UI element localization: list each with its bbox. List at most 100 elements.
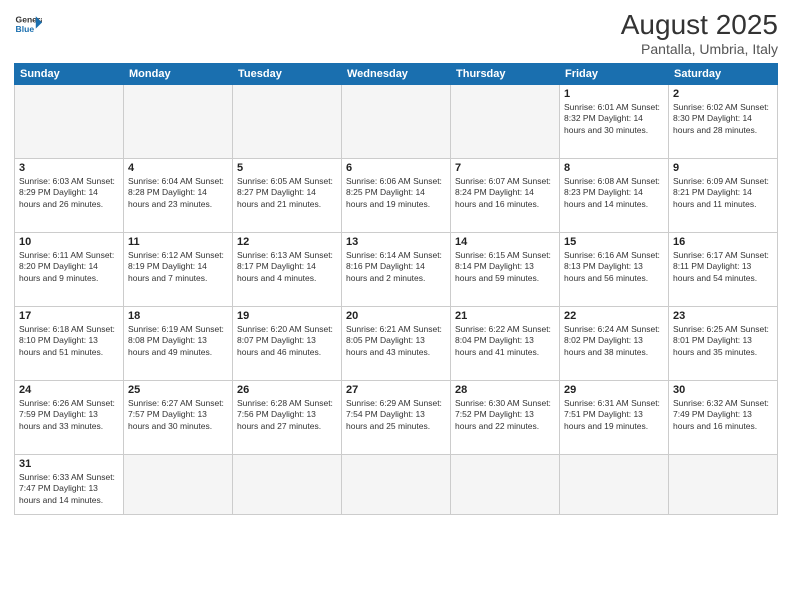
day-number: 26 — [237, 384, 337, 396]
table-row: 28 Sunrise: 6:30 AM Sunset: 7:52 PM Dayli… — [451, 380, 560, 454]
table-row: 8Sunrise: 6:08 AM Sunset: 8:23 PM Daylig… — [560, 158, 669, 232]
day-info: Sunrise: 6:21 AM Sunset: 8:05 PM Dayligh… — [346, 324, 446, 358]
table-row — [342, 84, 451, 158]
table-row: 17Sunrise: 6:18 AM Sunset: 8:10 PM Dayli… — [15, 306, 124, 380]
calendar-table: Sunday Monday Tuesday Wednesday Thursday… — [14, 63, 778, 515]
table-row: 22 Sunrise: 6:24 AM Sunset: 8:02 PM Dayli… — [560, 306, 669, 380]
table-row: 27 Sunrise: 6:29 AM Sunset: 7:54 PM Dayli… — [342, 380, 451, 454]
day-number: 1 — [564, 88, 664, 100]
table-row: 31 Sunrise: 6:33 AM Sunset: 7:47 PM Dayli… — [15, 454, 124, 514]
day-info: Sunrise: 6:08 AM Sunset: 8:23 PM Dayligh… — [564, 176, 664, 210]
header: General Blue August 2025 Pantalla, Umbri… — [14, 10, 778, 57]
day-info: Sunrise: 6:19 AM Sunset: 8:08 PM Dayligh… — [128, 324, 228, 358]
day-number: 15 — [564, 236, 664, 248]
day-number: 25 — [128, 384, 228, 396]
day-info: Sunrise: 6:17 AM Sunset: 8:11 PM Dayligh… — [673, 250, 773, 284]
table-row: 5Sunrise: 6:05 AM Sunset: 8:27 PM Daylig… — [233, 158, 342, 232]
table-row: 9 Sunrise: 6:09 AM Sunset: 8:21 PM Daylig… — [669, 158, 778, 232]
calendar-subtitle: Pantalla, Umbria, Italy — [621, 41, 778, 57]
day-info: Sunrise: 6:04 AM Sunset: 8:28 PM Dayligh… — [128, 176, 228, 210]
day-number: 10 — [19, 236, 119, 248]
table-row: 26 Sunrise: 6:28 AM Sunset: 7:56 PM Dayli… — [233, 380, 342, 454]
day-info: Sunrise: 6:07 AM Sunset: 8:24 PM Dayligh… — [455, 176, 555, 210]
day-number: 14 — [455, 236, 555, 248]
day-info: Sunrise: 6:12 AM Sunset: 8:19 PM Dayligh… — [128, 250, 228, 284]
table-row — [342, 454, 451, 514]
day-info: Sunrise: 6:18 AM Sunset: 8:10 PM Dayligh… — [19, 324, 119, 358]
table-row — [233, 84, 342, 158]
table-row — [124, 84, 233, 158]
day-number: 3 — [19, 162, 119, 174]
col-sunday: Sunday — [15, 63, 124, 84]
day-info: Sunrise: 6:14 AM Sunset: 8:16 PM Dayligh… — [346, 250, 446, 284]
table-row: 4Sunrise: 6:04 AM Sunset: 8:28 PM Daylig… — [124, 158, 233, 232]
day-number: 16 — [673, 236, 773, 248]
table-row — [233, 454, 342, 514]
table-row: 24 Sunrise: 6:26 AM Sunset: 7:59 PM Dayli… — [15, 380, 124, 454]
day-number: 20 — [346, 310, 446, 322]
col-thursday: Thursday — [451, 63, 560, 84]
day-info: Sunrise: 6:16 AM Sunset: 8:13 PM Dayligh… — [564, 250, 664, 284]
table-row — [669, 454, 778, 514]
day-info: Sunrise: 6:32 AM Sunset: 7:49 PM Dayligh… — [673, 398, 773, 432]
table-row — [451, 84, 560, 158]
day-number: 18 — [128, 310, 228, 322]
day-info: Sunrise: 6:11 AM Sunset: 8:20 PM Dayligh… — [19, 250, 119, 284]
table-row — [124, 454, 233, 514]
day-info: Sunrise: 6:24 AM Sunset: 8:02 PM Dayligh… — [564, 324, 664, 358]
day-info: Sunrise: 6:30 AM Sunset: 7:52 PM Dayligh… — [455, 398, 555, 432]
table-row: 25 Sunrise: 6:27 AM Sunset: 7:57 PM Dayli… — [124, 380, 233, 454]
col-tuesday: Tuesday — [233, 63, 342, 84]
calendar-header-row: Sunday Monday Tuesday Wednesday Thursday… — [15, 63, 778, 84]
table-row: 7 Sunrise: 6:07 AM Sunset: 8:24 PM Daylig… — [451, 158, 560, 232]
day-info: Sunrise: 6:13 AM Sunset: 8:17 PM Dayligh… — [237, 250, 337, 284]
table-row: 1 Sunrise: 6:01 AM Sunset: 8:32 PM Daylig… — [560, 84, 669, 158]
table-row: 29 Sunrise: 6:31 AM Sunset: 7:51 PM Dayli… — [560, 380, 669, 454]
page: General Blue August 2025 Pantalla, Umbri… — [0, 0, 792, 612]
title-block: August 2025 Pantalla, Umbria, Italy — [621, 10, 778, 57]
calendar-title: August 2025 — [621, 10, 778, 41]
day-number: 13 — [346, 236, 446, 248]
day-info: Sunrise: 6:15 AM Sunset: 8:14 PM Dayligh… — [455, 250, 555, 284]
table-row: 6Sunrise: 6:06 AM Sunset: 8:25 PM Daylig… — [342, 158, 451, 232]
day-number: 9 — [673, 162, 773, 174]
table-row: 14 Sunrise: 6:15 AM Sunset: 8:14 PM Dayli… — [451, 232, 560, 306]
day-info: Sunrise: 6:28 AM Sunset: 7:56 PM Dayligh… — [237, 398, 337, 432]
day-info: Sunrise: 6:01 AM Sunset: 8:32 PM Dayligh… — [564, 102, 664, 136]
svg-text:Blue: Blue — [16, 24, 35, 34]
day-number: 27 — [346, 384, 446, 396]
day-number: 28 — [455, 384, 555, 396]
day-info: Sunrise: 6:09 AM Sunset: 8:21 PM Dayligh… — [673, 176, 773, 210]
table-row: 12 Sunrise: 6:13 AM Sunset: 8:17 PM Dayli… — [233, 232, 342, 306]
table-row: 10 Sunrise: 6:11 AM Sunset: 8:20 PM Dayli… — [15, 232, 124, 306]
table-row: 13 Sunrise: 6:14 AM Sunset: 8:16 PM Dayli… — [342, 232, 451, 306]
table-row: 16 Sunrise: 6:17 AM Sunset: 8:11 PM Dayli… — [669, 232, 778, 306]
day-number: 7 — [455, 162, 555, 174]
day-number: 23 — [673, 310, 773, 322]
col-saturday: Saturday — [669, 63, 778, 84]
table-row: 21 Sunrise: 6:22 AM Sunset: 8:04 PM Dayli… — [451, 306, 560, 380]
table-row: 18 Sunrise: 6:19 AM Sunset: 8:08 PM Dayli… — [124, 306, 233, 380]
day-info: Sunrise: 6:33 AM Sunset: 7:47 PM Dayligh… — [19, 472, 119, 506]
table-row: 15 Sunrise: 6:16 AM Sunset: 8:13 PM Dayli… — [560, 232, 669, 306]
table-row: 23Sunrise: 6:25 AM Sunset: 8:01 PM Dayli… — [669, 306, 778, 380]
day-number: 29 — [564, 384, 664, 396]
day-info: Sunrise: 6:26 AM Sunset: 7:59 PM Dayligh… — [19, 398, 119, 432]
day-number: 21 — [455, 310, 555, 322]
day-info: Sunrise: 6:29 AM Sunset: 7:54 PM Dayligh… — [346, 398, 446, 432]
table-row — [560, 454, 669, 514]
day-info: Sunrise: 6:22 AM Sunset: 8:04 PM Dayligh… — [455, 324, 555, 358]
day-number: 24 — [19, 384, 119, 396]
logo: General Blue — [14, 10, 42, 38]
table-row: 2Sunrise: 6:02 AM Sunset: 8:30 PM Daylig… — [669, 84, 778, 158]
day-number: 31 — [19, 458, 119, 470]
table-row: 30 Sunrise: 6:32 AM Sunset: 7:49 PM Dayli… — [669, 380, 778, 454]
col-friday: Friday — [560, 63, 669, 84]
table-row: 19Sunrise: 6:20 AM Sunset: 8:07 PM Dayli… — [233, 306, 342, 380]
day-number: 22 — [564, 310, 664, 322]
day-number: 12 — [237, 236, 337, 248]
day-info: Sunrise: 6:31 AM Sunset: 7:51 PM Dayligh… — [564, 398, 664, 432]
day-number: 30 — [673, 384, 773, 396]
day-info: Sunrise: 6:27 AM Sunset: 7:57 PM Dayligh… — [128, 398, 228, 432]
day-info: Sunrise: 6:20 AM Sunset: 8:07 PM Dayligh… — [237, 324, 337, 358]
